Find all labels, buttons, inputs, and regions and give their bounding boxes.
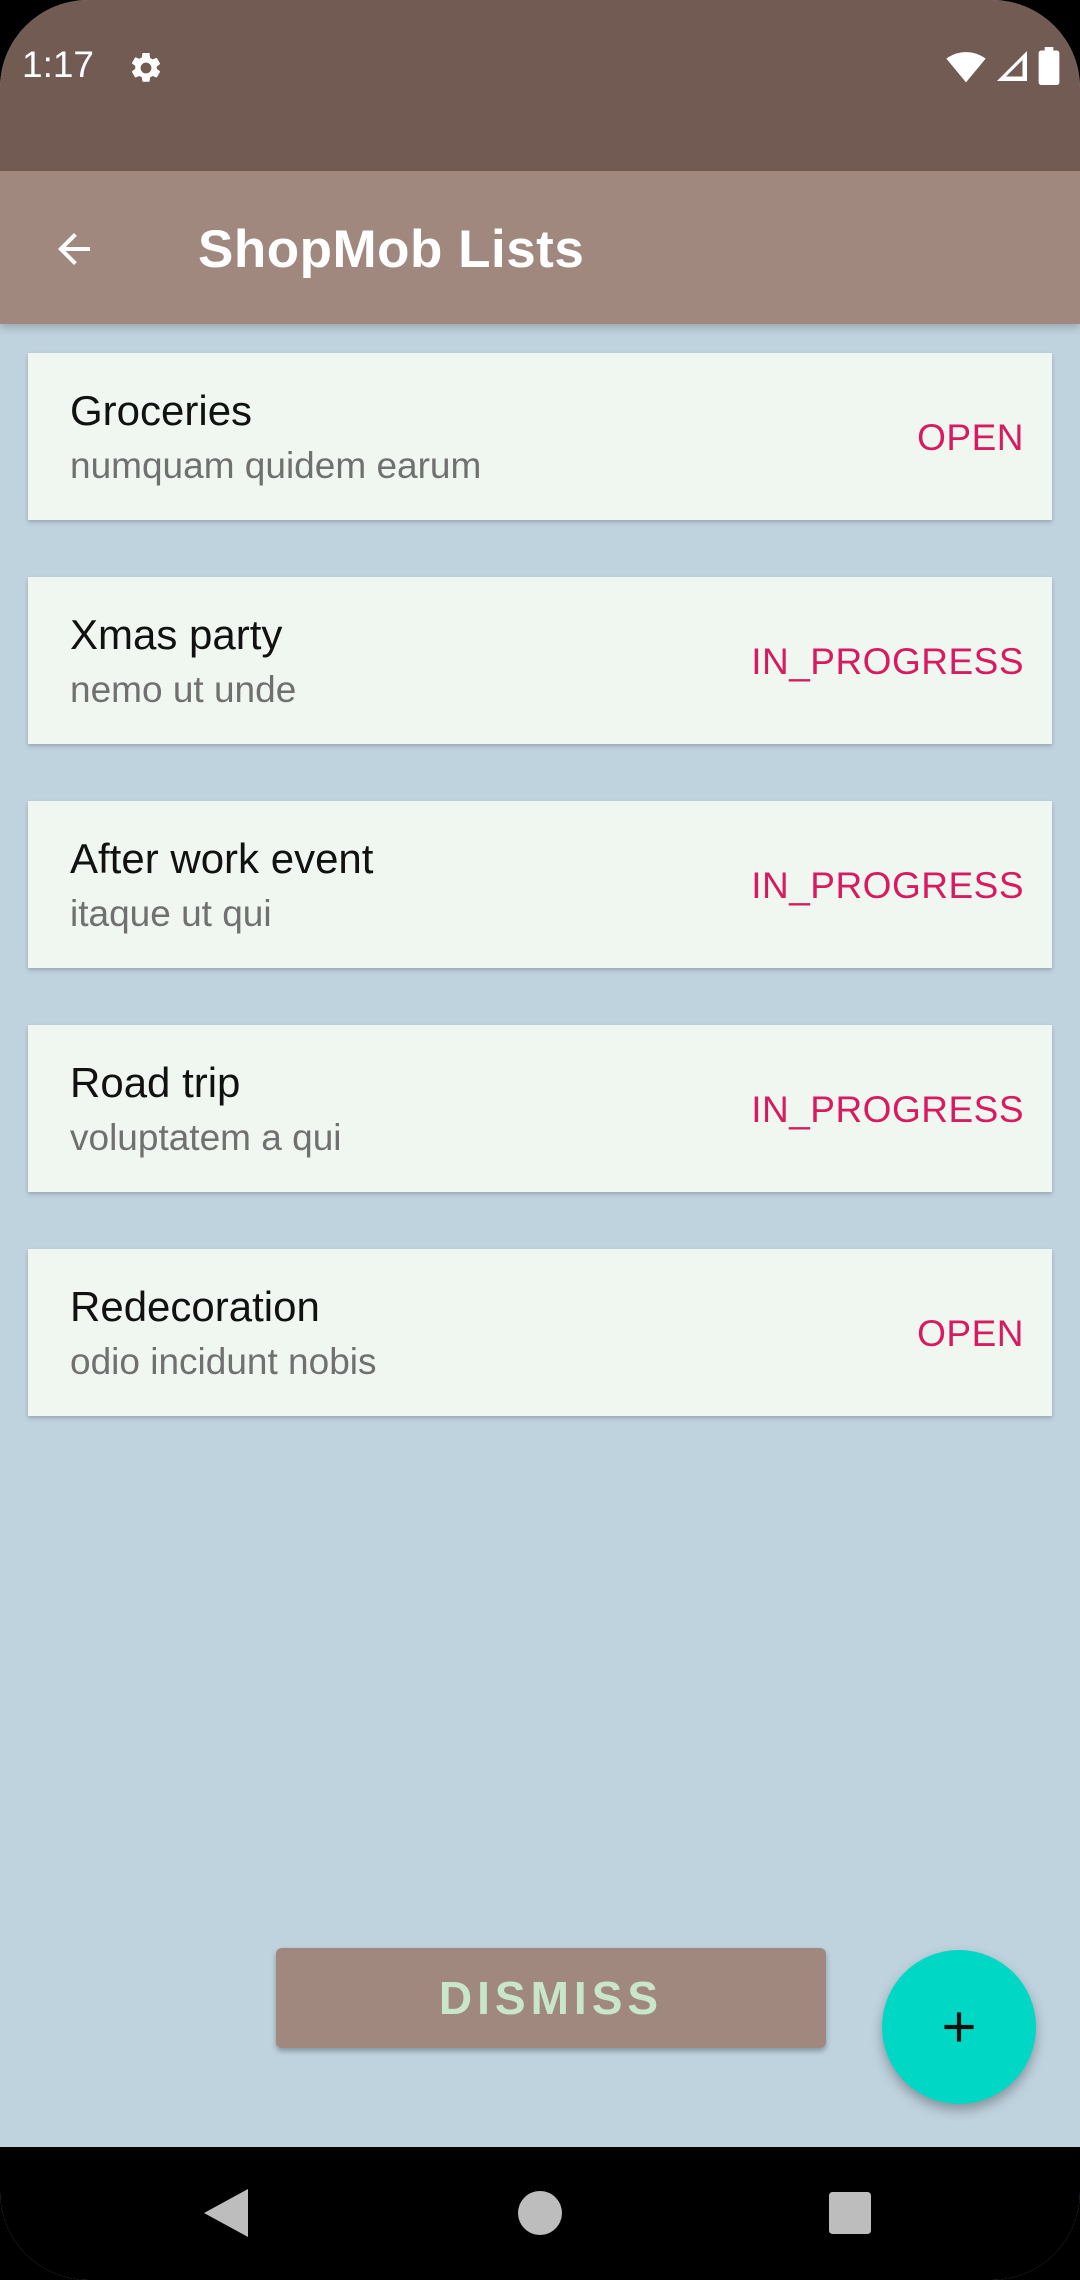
list-item-groceries[interactable]: Groceries numquam quidem earum OPEN xyxy=(28,353,1052,520)
list-item-title: After work event xyxy=(70,835,374,882)
back-triangle-icon xyxy=(204,2189,248,2237)
signal-icon xyxy=(997,51,1027,81)
back-button[interactable] xyxy=(36,211,112,287)
battery-icon xyxy=(1038,47,1060,85)
status-time: 1:17 xyxy=(22,44,95,85)
arrow-left-icon xyxy=(58,233,90,265)
home-circle-icon xyxy=(518,2191,562,2235)
list-item-title: Xmas party xyxy=(70,611,283,658)
status-icons xyxy=(946,46,1060,86)
dismiss-button[interactable]: DISMISS xyxy=(276,1948,826,2048)
nav-recents-button[interactable] xyxy=(820,2183,880,2243)
app-bar: ShopMob Lists xyxy=(0,171,1080,324)
page-title: ShopMob Lists xyxy=(198,220,585,279)
status-badge: IN_PROGRESS xyxy=(751,641,1024,682)
list-item-subtitle: voluptatem a qui xyxy=(70,1117,342,1158)
status-badge: IN_PROGRESS xyxy=(751,1089,1024,1130)
nav-home-button[interactable] xyxy=(510,2183,570,2243)
status-badge: OPEN xyxy=(917,1313,1024,1354)
status-bar: 1:17 xyxy=(0,0,1080,171)
list-item-subtitle: numquam quidem earum xyxy=(70,445,482,486)
screen: 1:17 ShopMob Lists Groceries numquam qui… xyxy=(0,0,1080,2280)
navigation-bar xyxy=(0,2147,1080,2280)
list-item-subtitle: itaque ut qui xyxy=(70,893,272,934)
recents-square-icon xyxy=(829,2192,871,2234)
list-item-redecoration[interactable]: Redecoration odio incidunt nobis OPEN xyxy=(28,1249,1052,1416)
list-item-title: Road trip xyxy=(70,1059,241,1106)
shopping-lists: Groceries numquam quidem earum OPEN Xmas… xyxy=(28,353,1052,1473)
nav-back-button[interactable] xyxy=(196,2183,256,2243)
wifi-icon xyxy=(946,52,986,83)
status-badge: OPEN xyxy=(917,417,1024,458)
status-badge: IN_PROGRESS xyxy=(751,865,1024,906)
add-list-button[interactable] xyxy=(882,1950,1036,2104)
list-item-road-trip[interactable]: Road trip voluptatem a qui IN_PROGRESS xyxy=(28,1025,1052,1192)
plus-icon xyxy=(944,2012,974,2042)
list-item-xmas-party[interactable]: Xmas party nemo ut unde IN_PROGRESS xyxy=(28,577,1052,744)
list-item-subtitle: odio incidunt nobis xyxy=(70,1341,377,1382)
list-item-subtitle: nemo ut unde xyxy=(70,669,297,710)
gear-icon xyxy=(131,52,161,82)
list-item-title: Groceries xyxy=(70,387,253,434)
list-item-title: Redecoration xyxy=(70,1283,320,1330)
list-item-after-work-event[interactable]: After work event itaque ut qui IN_PROGRE… xyxy=(28,801,1052,968)
